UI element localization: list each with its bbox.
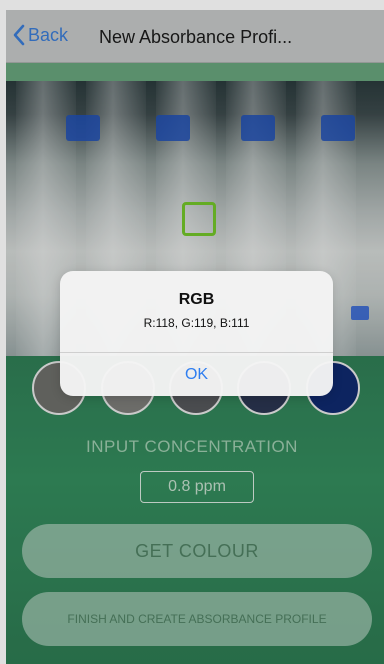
rgb-alert-dialog: RGB R:118, G:119, B:111 OK (60, 271, 333, 396)
alert-message: R:118, G:119, B:111 (143, 316, 250, 330)
alert-title: RGB (178, 291, 215, 308)
ok-button[interactable]: OK (60, 353, 333, 396)
